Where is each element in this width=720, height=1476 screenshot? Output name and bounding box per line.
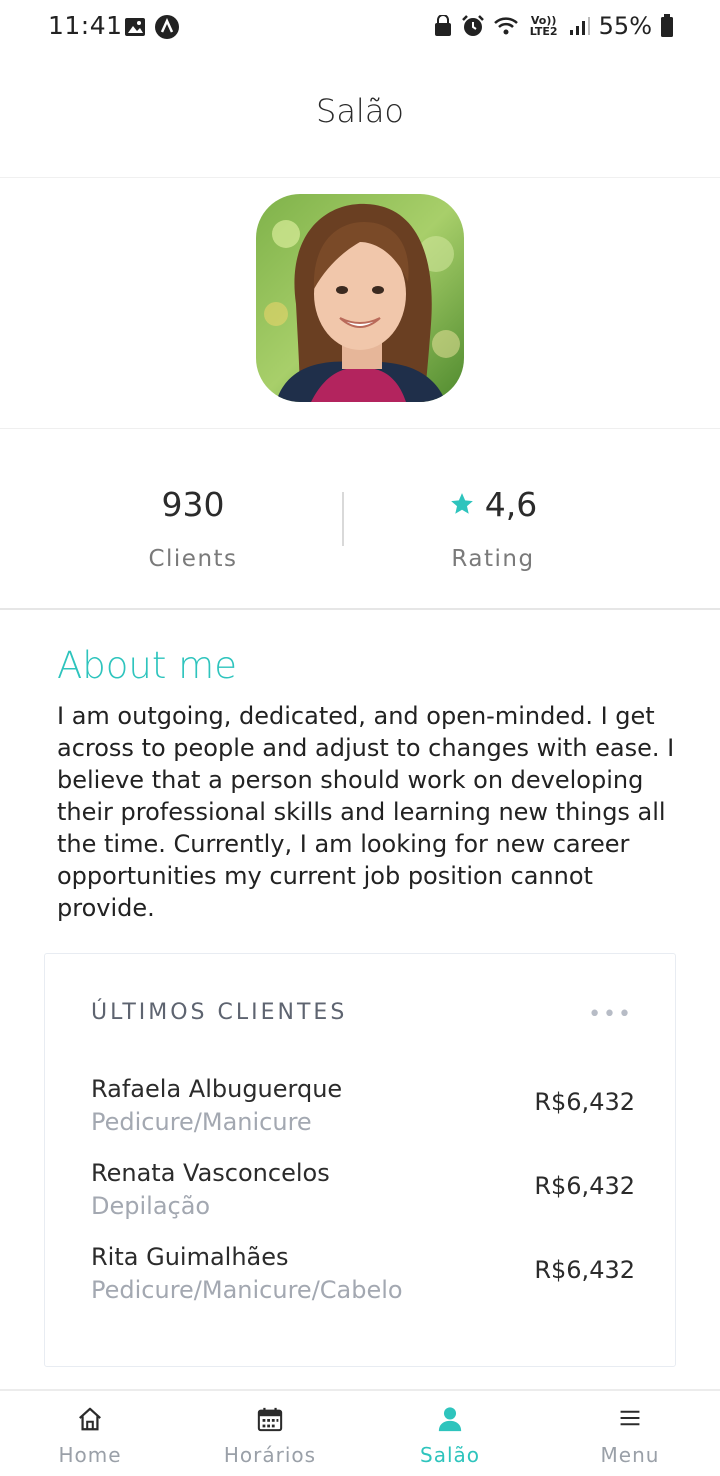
clients-label: Clients xyxy=(148,546,238,572)
avatar[interactable] xyxy=(256,194,464,402)
rating-label: Rating xyxy=(451,546,535,572)
page-header: Salão xyxy=(0,56,720,178)
client-row[interactable]: Rafaela Albuguerque Pedicure/Manicure R$… xyxy=(91,1072,635,1142)
nav-item-menu[interactable]: Menu xyxy=(540,1391,720,1476)
profile-photo xyxy=(256,194,464,402)
nav-label-menu: Menu xyxy=(600,1443,660,1467)
app-notification-icon xyxy=(155,15,179,39)
calendar-icon xyxy=(257,1407,283,1432)
stats-section: 930 Clients 4,6 Rating xyxy=(0,430,720,610)
client-row[interactable]: Renata Vasconcelos Depilação R$6,432 xyxy=(91,1156,635,1226)
status-left-icons xyxy=(124,14,180,40)
more-options-icon[interactable]: ••• xyxy=(588,1002,633,1027)
client-amount: R$6,432 xyxy=(534,1088,635,1116)
menu-icon xyxy=(620,1410,640,1426)
network-label: Vo)) LTE2 xyxy=(529,14,558,38)
page-title: Salão xyxy=(316,92,404,130)
nav-item-salao[interactable]: Salão xyxy=(360,1391,540,1476)
battery-percent: 55% xyxy=(598,12,652,40)
home-icon xyxy=(79,1407,101,1431)
nav-label-horarios: Horários xyxy=(223,1443,317,1467)
rating-value: 4,6 xyxy=(484,484,538,524)
signal-icon xyxy=(569,17,590,35)
clients-stat: 930 Clients xyxy=(93,482,293,573)
stats-divider xyxy=(342,492,344,546)
about-title: About me xyxy=(57,644,237,687)
recent-clients-title: ÚLTIMOS CLIENTES xyxy=(91,1000,348,1025)
person-icon xyxy=(438,1407,462,1432)
nav-label-salao: Salão xyxy=(420,1443,480,1467)
about-text: I am outgoing, dedicated, and open-minde… xyxy=(57,702,675,922)
client-amount: R$6,432 xyxy=(534,1172,635,1200)
bottom-nav: Home Horários Salão Menu xyxy=(0,1389,720,1476)
client-row[interactable]: Rita Guimalhães Pedicure/Manicure/Cabelo… xyxy=(91,1240,635,1310)
status-time: 11:41 xyxy=(48,11,123,40)
lock-icon xyxy=(434,15,451,36)
alarm-icon xyxy=(461,15,484,36)
image-notification-icon xyxy=(125,18,145,36)
rating-value-row: 4,6 xyxy=(393,482,593,526)
recent-clients-card: ÚLTIMOS CLIENTES ••• Rafaela Albuguerque… xyxy=(44,953,676,1367)
clients-value: 930 xyxy=(161,484,225,524)
star-icon xyxy=(450,493,473,514)
nav-item-home[interactable]: Home xyxy=(0,1391,180,1476)
wifi-icon xyxy=(493,17,518,35)
status-bar: 11:41 Vo)) LTE2 55% xyxy=(0,0,720,56)
nav-item-horarios[interactable]: Horários xyxy=(180,1391,360,1476)
nav-label-home: Home xyxy=(58,1443,122,1467)
battery-icon xyxy=(661,14,673,37)
rating-stat: 4,6 Rating xyxy=(393,482,593,572)
client-amount: R$6,432 xyxy=(534,1256,635,1284)
status-right: Vo)) LTE2 55% xyxy=(433,12,674,40)
divider xyxy=(0,428,720,429)
